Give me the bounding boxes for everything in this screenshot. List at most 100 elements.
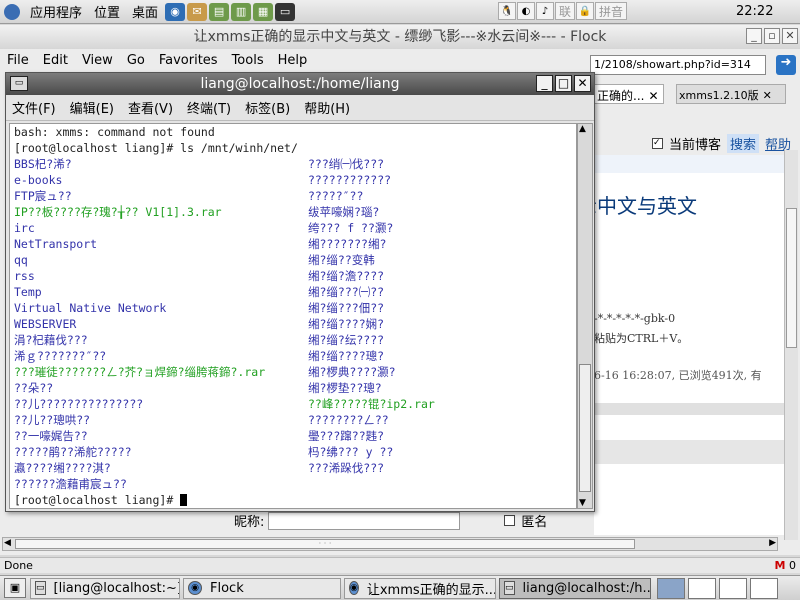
listing-entry: 缃?缁???㈠?? [308,285,385,299]
top-panel: 应用程序 位置 桌面 ◉ ✉ ▤ ▥ ▦ ▭ 🐧 ◐ ♪ 联 🔒 拼音 22:2… [0,0,800,24]
listing-entry: ???????????? [308,173,392,187]
flock-maximize-button[interactable]: ▫ [764,28,780,44]
scroll-down-arrow-icon[interactable]: ▼ [579,498,586,508]
office-writer-launcher-icon[interactable]: ▤ [209,2,230,21]
tux-icon[interactable]: 🐧 [498,2,516,20]
terminal-output[interactable]: bash: xmms: command not found [root@loca… [9,123,577,509]
term-menu-terminal[interactable]: 终端(T) [187,98,231,117]
workspace-2[interactable] [688,577,716,599]
anonymous-checkbox[interactable] [504,515,516,526]
menu-edit[interactable]: Edit [43,53,68,68]
listing-entry: 缃?椤典????灏? [308,365,396,379]
comment-form-row: 昵称: 匿名 [234,511,547,530]
scroll-right-arrow-icon[interactable]: ▶ [769,538,776,548]
menu-go[interactable]: Go [127,53,145,68]
main-menu-icon[interactable] [4,3,20,20]
input-method-pinyin[interactable]: 拼音 [595,2,628,20]
font-string-text: -*-*-*-*-*-gbk-0 [594,312,676,325]
listing-entry: Virtual Native Network [14,301,167,315]
scroll-thumb[interactable] [786,208,797,348]
menu-tools[interactable]: Tools [232,53,264,68]
task-label: liang@localhost:/h... [522,580,651,596]
browser-launcher-icon[interactable]: ◉ [165,2,186,21]
listing-entry: 缃?缁???佃?? [308,301,385,315]
bottom-taskbar: ▣ ▭ [liang@localhost:~] ◉ Flock ◉ 让xmms正确的显… [0,575,800,600]
clock[interactable]: 22:22 [736,4,773,19]
close-tab-icon[interactable]: ✕ [648,89,658,103]
terminal-minimize-button[interactable]: _ [536,75,553,92]
workspace-4[interactable] [750,577,778,599]
menu-help[interactable]: Help [278,53,308,68]
punctuation-icon[interactable]: ♪ [536,2,554,20]
terminal-line: bash: xmms: command not found [14,125,215,139]
term-menu-tabs[interactable]: 标签(B) [245,98,290,117]
task-terminal-active[interactable]: ▭ liang@localhost:/h... [499,577,651,599]
flock-close-button[interactable]: ✕ [782,28,798,44]
task-label: [liang@localhost:~] [53,580,180,596]
flock-titlebar[interactable]: 让xmms正确的显示中文与英文 - 缥缈飞影---※水云间※--- - Floc… [0,25,800,49]
listing-entry: ??峰?????锟?ip2.rar [308,397,435,411]
menu-applications[interactable]: 应用程序 [24,2,88,21]
terminal-icon[interactable]: ▭ [10,76,28,91]
mail-icon: M [774,559,786,572]
term-menu-file[interactable]: 文件(F) [12,98,56,117]
flock-horizontal-scrollbar[interactable]: ◀ · · · ▶ [2,537,778,551]
term-menu-edit[interactable]: 编辑(E) [70,98,114,117]
fullwidth-icon[interactable]: ◐ [517,2,535,20]
menu-places[interactable]: 位置 [88,2,126,21]
current-blogger-label: 当前博客 [669,138,722,153]
menu-file[interactable]: File [7,53,29,68]
flock-icon: ◉ [188,581,202,595]
menu-view[interactable]: View [82,53,113,68]
terminal-icon: ▭ [35,581,46,595]
scroll-thumb[interactable]: · · · [15,539,635,549]
office-calc-launcher-icon[interactable]: ▦ [253,2,274,21]
listing-entry: 璺???蹿??韪? [308,429,385,443]
tab-article[interactable]: 正确的... ✕ [594,84,664,104]
listing-entry: ????????ㄥ?? [308,413,389,427]
listing-entry: FTP宸ュ?? [14,189,72,203]
terminal-maximize-button[interactable]: □ [555,75,572,92]
workspace-1[interactable] [657,577,685,599]
tab-xmms-label: xmms1.2.10版 [679,89,759,102]
task-label: Flock [210,580,244,596]
show-desktop-icon[interactable]: ▣ [4,578,26,598]
listing-entry: ???浠跺伐??? [308,461,385,475]
task-flock[interactable]: ◉ Flock [183,577,341,599]
menu-favorites[interactable]: Favorites [159,53,218,68]
listing-entry: 缃???????缃? [308,237,387,251]
scroll-up-arrow-icon[interactable]: ▲ [579,124,586,134]
flock-statusbar: Done M 0 [0,557,800,573]
term-menu-help[interactable]: 帮助(H) [304,98,350,117]
workspace-3[interactable] [719,577,747,599]
term-menu-view[interactable]: 查看(V) [128,98,173,117]
listing-entry: qq [14,253,28,267]
listing-entry: ??朵?? [14,381,54,395]
email-launcher-icon[interactable]: ✉ [187,2,208,21]
search-button[interactable]: 搜索 [727,134,760,153]
scroll-left-arrow-icon[interactable]: ◀ [4,538,11,548]
tab-xmms[interactable]: xmms1.2.10版 ✕ [676,84,786,104]
terminal-close-button[interactable]: ✕ [574,75,591,92]
task-browser-article[interactable]: ◉ 让xmms正确的显示... [344,577,496,599]
terminal-launcher-icon[interactable]: ▭ [275,2,296,21]
terminal-scrollbar[interactable]: ▲ ▼ [577,123,593,509]
close-tab-icon[interactable]: ✕ [763,89,772,102]
input-associate-toggle[interactable]: 联 [555,2,576,20]
current-blogger-checkbox[interactable]: ✓ [652,138,663,149]
system-tray: 🐧 ◐ ♪ 联 🔒 拼音 [498,2,628,20]
mail-indicator[interactable]: M 0 [775,558,796,573]
listing-entry: ??一嚎娓告?? [14,429,88,443]
lock-icon[interactable]: 🔒 [576,2,595,20]
menu-desktop[interactable]: 桌面 [126,2,164,21]
url-field[interactable]: 1/2108/showart.php?id=314 [590,55,766,75]
flock-minimize-button[interactable]: _ [746,28,762,44]
flock-vertical-scrollbar[interactable] [784,150,798,540]
listing-entry: NetTransport [14,237,98,251]
scroll-thumb[interactable] [579,364,591,492]
office-impress-launcher-icon[interactable]: ▥ [231,2,252,21]
go-arrow-icon[interactable]: ➜ [776,55,796,75]
nickname-input[interactable] [268,511,461,530]
task-terminal-home[interactable]: ▭ [liang@localhost:~] [30,577,180,599]
terminal-titlebar[interactable]: ▭ liang@localhost:/home/liang _ □ ✕ [6,73,594,95]
